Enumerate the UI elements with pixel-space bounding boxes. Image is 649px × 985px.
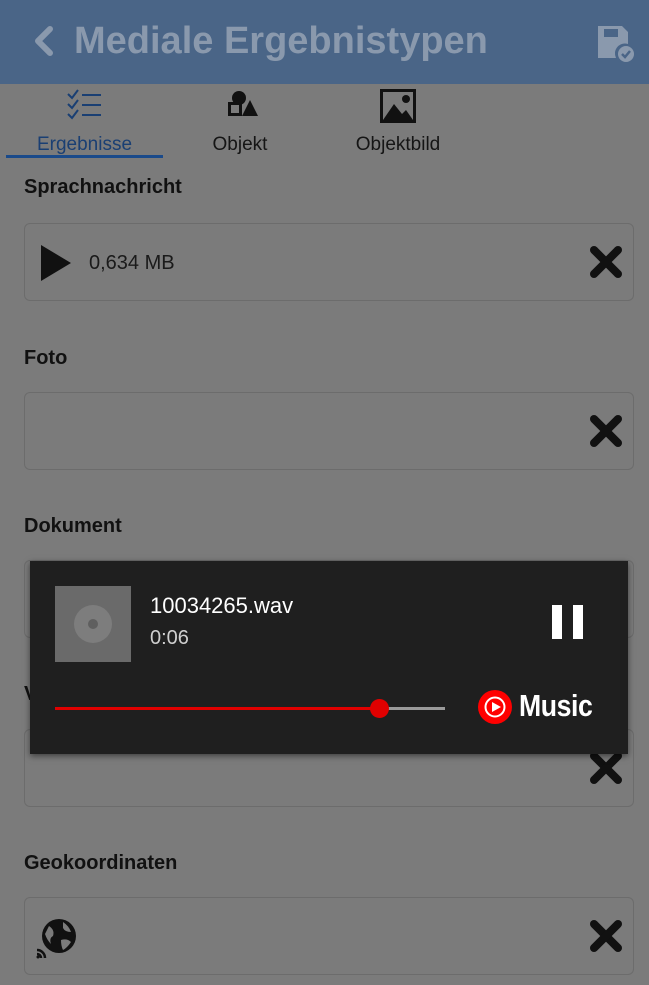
voice-field[interactable]: 0,634 MB [24, 223, 634, 301]
youtube-music-icon [478, 690, 512, 724]
album-art [55, 586, 131, 662]
track-filename: 10034265.wav [150, 593, 294, 618]
active-tab-indicator [6, 155, 163, 158]
page-title: Mediale Ergebnistypen [74, 20, 488, 62]
section-label-geo: Geokoordinaten [24, 852, 178, 874]
tab-label: Ergebnisse [36, 134, 133, 155]
tab-bar: Ergebnisse Objekt Objektbild [0, 84, 649, 160]
chevron-left-icon[interactable] [28, 24, 62, 58]
seek-handle[interactable] [370, 699, 389, 718]
track-elapsed-time: 0:06 [150, 627, 189, 649]
image-icon [380, 89, 416, 123]
tab-ergebnisse[interactable]: Ergebnisse [6, 84, 163, 160]
geo-field[interactable] [24, 897, 634, 975]
tab-objekt[interactable]: Objekt [180, 84, 300, 160]
pause-icon[interactable] [552, 605, 584, 639]
close-icon[interactable] [589, 919, 623, 953]
play-icon[interactable] [39, 244, 73, 282]
app-bar: Mediale Ergebnistypen [0, 0, 649, 84]
close-icon[interactable] [589, 414, 623, 448]
seek-progress [55, 707, 379, 710]
tab-label: Objekt [212, 134, 268, 155]
voice-file-size: 0,634 MB [89, 252, 175, 274]
media-player-overlay[interactable]: 10034265.wav 0:06 Music [30, 561, 628, 754]
section-label-document: Dokument [24, 515, 122, 537]
photo-field[interactable] [24, 392, 634, 470]
close-icon[interactable] [589, 751, 623, 785]
globe-signal-icon[interactable] [35, 916, 79, 960]
tab-objektbild[interactable]: Objektbild [338, 84, 458, 160]
save-check-icon[interactable] [596, 24, 636, 64]
brand-label: Music [519, 688, 593, 723]
close-icon[interactable] [589, 245, 623, 279]
section-label-voice: Sprachnachricht [24, 176, 182, 198]
checklist-icon [66, 89, 101, 120]
section-label-photo: Foto [24, 347, 68, 369]
tab-label: Objektbild [355, 134, 441, 155]
objects-icon [228, 91, 258, 116]
